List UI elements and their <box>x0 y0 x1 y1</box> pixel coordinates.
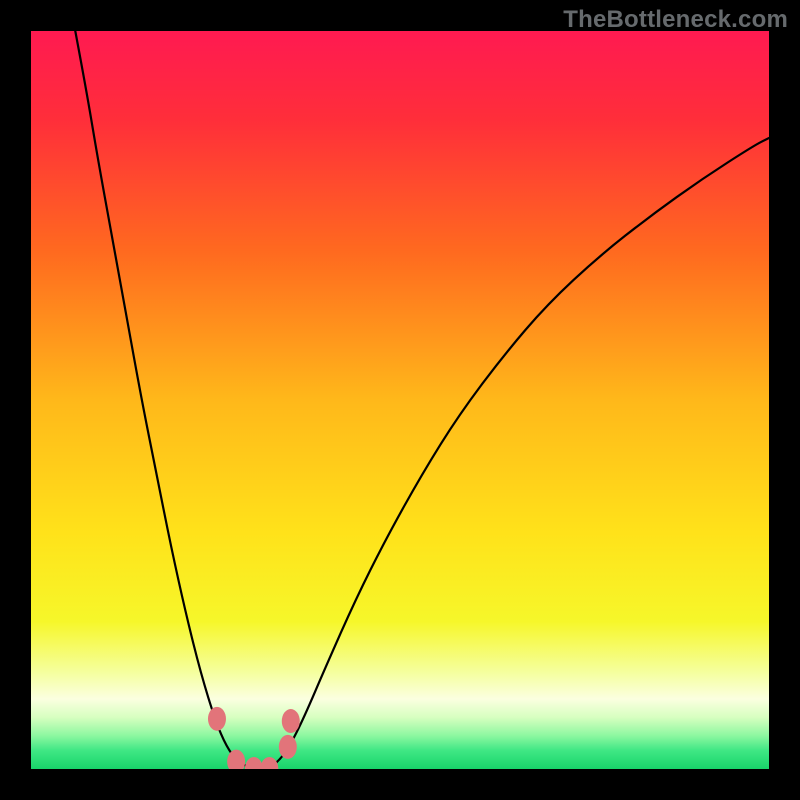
data-marker <box>279 735 297 759</box>
watermark-text: TheBottleneck.com <box>563 6 788 34</box>
bottleneck-chart-svg <box>31 31 769 769</box>
data-marker <box>282 709 300 733</box>
plot-area <box>31 31 769 769</box>
chart-frame: TheBottleneck.com <box>0 0 800 800</box>
data-marker <box>208 707 226 731</box>
